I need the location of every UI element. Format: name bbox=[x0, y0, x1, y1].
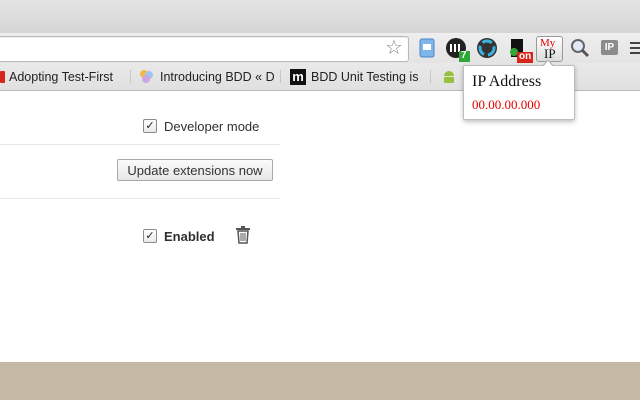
bookmark-separator bbox=[130, 70, 131, 83]
badge-on: on bbox=[519, 51, 532, 62]
popup-title: IP Address bbox=[472, 73, 542, 90]
m-logo-icon: m bbox=[290, 69, 306, 85]
meter-extension-icon[interactable]: 7 bbox=[445, 37, 470, 62]
ip-button-label: IP bbox=[604, 42, 615, 53]
update-extensions-button[interactable]: Update extensions now bbox=[117, 159, 273, 181]
enabled-label: Enabled bbox=[164, 229, 215, 244]
divider bbox=[0, 144, 280, 145]
divider bbox=[0, 198, 280, 199]
bookmark-star-icon[interactable]: ☆ bbox=[384, 38, 404, 58]
file-extension-icon[interactable] bbox=[416, 37, 438, 59]
bookmark-bdd-unit-testing[interactable]: BDD Unit Testing is bbox=[311, 68, 418, 86]
address-bar[interactable] bbox=[0, 36, 409, 62]
bookmark-separator bbox=[280, 70, 281, 83]
developer-mode-label: Developer mode bbox=[164, 119, 260, 134]
window-top-strip bbox=[0, 0, 640, 33]
ip-address-value: 00.00.00.000 bbox=[472, 97, 541, 112]
popup-arrow-inner bbox=[543, 61, 553, 67]
android-icon[interactable] bbox=[441, 69, 457, 85]
menu-icon[interactable] bbox=[630, 41, 640, 63]
bookmark-separator bbox=[430, 70, 431, 83]
color-wheel-extension-icon[interactable] bbox=[476, 37, 498, 59]
trash-icon[interactable] bbox=[235, 226, 251, 244]
bookmark-icon bbox=[139, 69, 154, 84]
on-toggle-extension-icon[interactable]: on bbox=[509, 37, 533, 63]
page-footer-band bbox=[0, 362, 640, 400]
ip-extension-button[interactable]: IP bbox=[601, 40, 618, 55]
bookmark-adopting-test-first[interactable]: Adopting Test-First bbox=[9, 68, 113, 86]
bookmark-introducing-bdd[interactable]: Introducing BDD « D bbox=[160, 68, 275, 86]
bookmark-icon bbox=[0, 71, 5, 83]
enabled-checkbox[interactable]: ✓ bbox=[143, 229, 157, 243]
magnifier-extension-icon[interactable] bbox=[569, 37, 591, 59]
badge-count: 7 bbox=[461, 50, 467, 61]
developer-mode-checkbox[interactable]: ✓ bbox=[143, 119, 157, 133]
